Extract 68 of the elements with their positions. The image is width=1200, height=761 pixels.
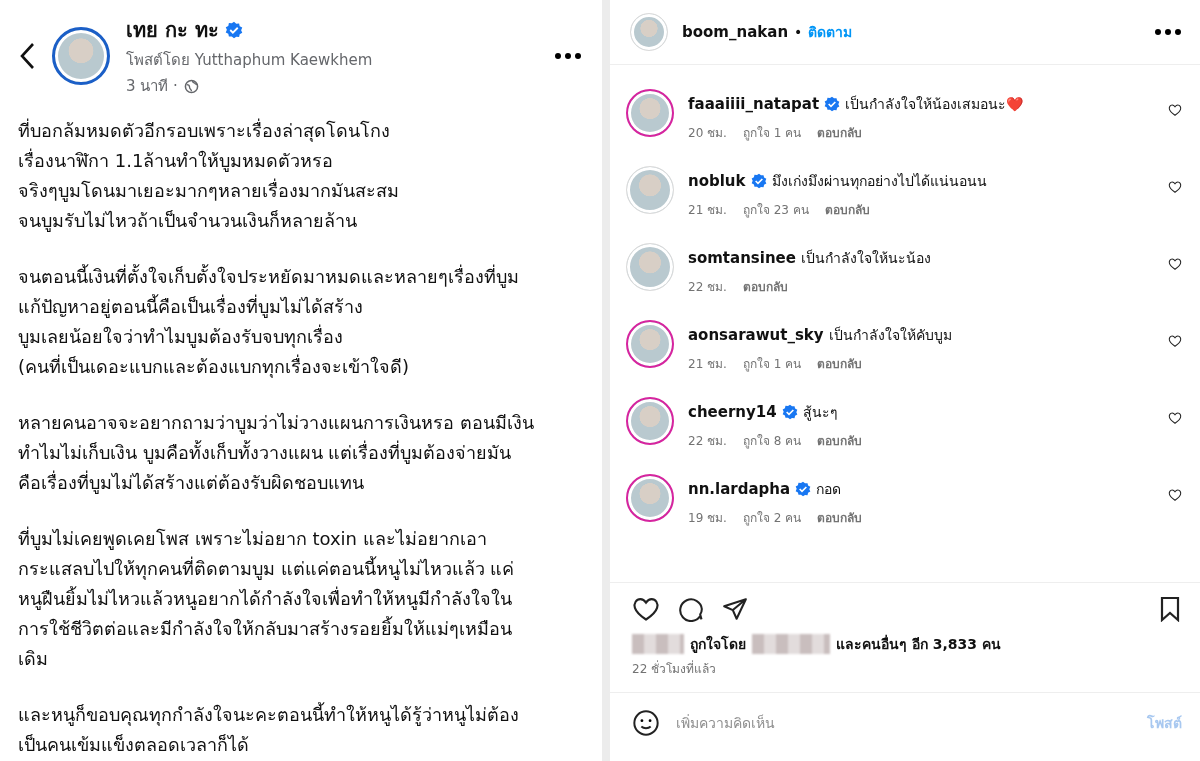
commenter-avatar[interactable] bbox=[626, 474, 674, 522]
like-comment-icon[interactable] bbox=[1168, 180, 1182, 194]
reply-link[interactable]: ตอบกลับ bbox=[824, 200, 870, 219]
comment-like-count: ถูกใจ 23 คน bbox=[742, 202, 809, 219]
post-paragraph: หลายคนอาจจะอยากถามว่าบูมว่าไม่วางแผนการเงินหรอ ตอนมีเงิน ทำไมไม่เก็บเงิน บูมคือทั้งเก็บทั้งวางแผน แต่เรื่องที่บูมต้องจ่ายมัน คือเรื่องที่บูมไม่ได้สร้างแต่ต้องรับผิดชอบแทน bbox=[18, 411, 535, 496]
more-options-icon[interactable] bbox=[554, 52, 582, 60]
emoji-icon[interactable] bbox=[632, 709, 660, 737]
comment-like-count: ถูกใจ 1 คน bbox=[742, 125, 802, 142]
commenter-username[interactable]: aonsarawut_sky bbox=[688, 326, 824, 344]
like-comment-icon[interactable] bbox=[1168, 334, 1182, 348]
commenter-avatar[interactable] bbox=[626, 397, 674, 445]
reply-link[interactable]: ตอบกลับ bbox=[817, 508, 863, 527]
liked-by-label: ถูกใจโดย bbox=[690, 634, 746, 655]
post-paragraph: จนตอนนี้เงินที่ตั้งใจเก็บตั้งใจประหยัดมาหมดและหลายๆเรื่องที่บูม แก้ปัญหาอยู่ตอนนี้คือเป็นเรื่องที่บูมไม่ได้สร้าง บูมเลยน้อยใจว่าทำไมบูมต้องรับจบทุกเรื่อง (คนที่เป็นเดอะแบกและต้องแบกทุกเรื่องจะเข้าใจดี) bbox=[18, 263, 520, 380]
more-options-icon[interactable] bbox=[1154, 28, 1182, 36]
post-paragraph: และหนูก็ขอบคุณทุกกำลังใจนะคะตอนนี้ทำให้หนูได้รู้ว่าหนูไม่ต้อง เป็นคนเข้มแข็งตลอดเวลาก็ได้ bbox=[18, 701, 520, 757]
username[interactable]: boom_nakan bbox=[682, 23, 789, 41]
reply-link[interactable]: ตอบกลับ bbox=[742, 277, 788, 296]
post-age: 22 ชั่วโมงที่แล้ว bbox=[631, 659, 718, 678]
comment-text: สู้นะๆ bbox=[802, 403, 838, 423]
page-name[interactable]: เทย กะ ทะ bbox=[126, 14, 219, 46]
bookmark-icon[interactable] bbox=[1158, 596, 1182, 622]
comment-like-count: ถูกใจ 2 คน bbox=[742, 510, 802, 527]
reply-link[interactable]: ตอบกลับ bbox=[817, 354, 863, 373]
like-icon[interactable] bbox=[632, 595, 660, 623]
like-comment-icon[interactable] bbox=[1168, 411, 1182, 425]
comment-like-count: ถูกใจ 1 คน bbox=[742, 356, 802, 373]
commenter-username[interactable]: somtansinee bbox=[688, 249, 796, 267]
like-count: และคนอื่นๆ อีก 3,833 คน bbox=[836, 633, 1001, 654]
globe-icon bbox=[183, 78, 199, 94]
comment-like-count: ถูกใจ 8 คน bbox=[742, 433, 802, 450]
like-comment-icon[interactable] bbox=[1168, 488, 1182, 502]
verified-badge-icon bbox=[750, 173, 767, 189]
comment-time: 21 ชม. bbox=[688, 202, 727, 219]
commenter-username[interactable]: cheerny14 bbox=[688, 403, 777, 421]
commenter-username[interactable]: nobluk bbox=[688, 172, 746, 190]
verified-badge-icon bbox=[795, 481, 812, 497]
verified-badge-icon bbox=[224, 21, 243, 39]
post-paragraph: ที่บูมไม่เคยพูดเคยโพส เพราะไม่อยาก toxin และไม่อยากเอา กระแสลบไปให้ทุกคนที่ติดตามบูม แต่แค่ตอนนี้หนูไม่ไหวแล้ว แค่ หนูฝืนยิ้มไม่ไหวแล้วหนูอยากได้กำลังใจเพื่อทำให้หนูมีกำลังใจใน การใช้ชีวิตต่อและมีกำลังใจให้กลับมาสร้างรอยยิ้มให้แม่ๆเหมือน เดิม bbox=[18, 525, 516, 671]
post-time: 3 นาที · bbox=[126, 76, 178, 97]
post-paragraph: ที่บอกล้มหมดตัวอีกรอบเพราะเรื่องล่าสุดโดนโกง เรื่องนาฬิกา 1.1ล้านทำให้บูมหมดตัวหรอ จริงๆบูมโดนมาเยอะมากๆหลายเรื่องมากมันสะสม จนบูมรับไม่ไหวถ้าเป็นจำนวนเงินก็หลายล้าน bbox=[18, 117, 400, 234]
comment-text: มึงเก่งมึงผ่านทุกอย่างไปได้แน่นอนน bbox=[771, 172, 987, 192]
comment-time: 20 ชม. bbox=[688, 125, 727, 142]
comment-time: 22 ชม. bbox=[688, 433, 727, 450]
blurred-avatars bbox=[632, 634, 684, 654]
like-comment-icon[interactable] bbox=[1168, 103, 1182, 117]
back-button[interactable] bbox=[18, 41, 36, 71]
comment-time: 19 ชม. bbox=[688, 510, 727, 527]
commenter-username[interactable]: faaaiiii_natapat bbox=[688, 95, 820, 113]
comment-text: เป็นกำลังใจให้น้องเสมอนะ❤ bbox=[845, 94, 1024, 114]
commenter-avatar[interactable] bbox=[626, 320, 674, 368]
separator-dot: • bbox=[794, 24, 803, 40]
verified-badge-icon bbox=[824, 96, 841, 112]
commenter-username[interactable]: nn.lardapha bbox=[688, 480, 791, 498]
comment-icon[interactable] bbox=[678, 596, 704, 622]
comment-text: เป็นกำลังใจให้คับบูม bbox=[828, 325, 952, 346]
comment-time: 22 ชม. bbox=[688, 279, 727, 296]
comment-time: 21 ชม. bbox=[688, 356, 727, 373]
comment-text: เป็นกำลังใจให้นะน้อง bbox=[800, 248, 931, 268]
profile-avatar[interactable] bbox=[52, 27, 110, 85]
verified-badge-icon bbox=[781, 404, 798, 420]
like-comment-icon[interactable] bbox=[1168, 257, 1182, 271]
commenter-avatar[interactable] bbox=[626, 89, 674, 137]
share-icon[interactable] bbox=[722, 596, 748, 622]
reply-link[interactable]: ตอบกลับ bbox=[817, 123, 863, 142]
comment-text: กอด bbox=[816, 480, 842, 499]
posted-by-text: โพสต์โดย Yutthaphum Kaewkhem bbox=[126, 50, 374, 71]
reply-link[interactable]: ตอบกลับ bbox=[817, 431, 863, 450]
